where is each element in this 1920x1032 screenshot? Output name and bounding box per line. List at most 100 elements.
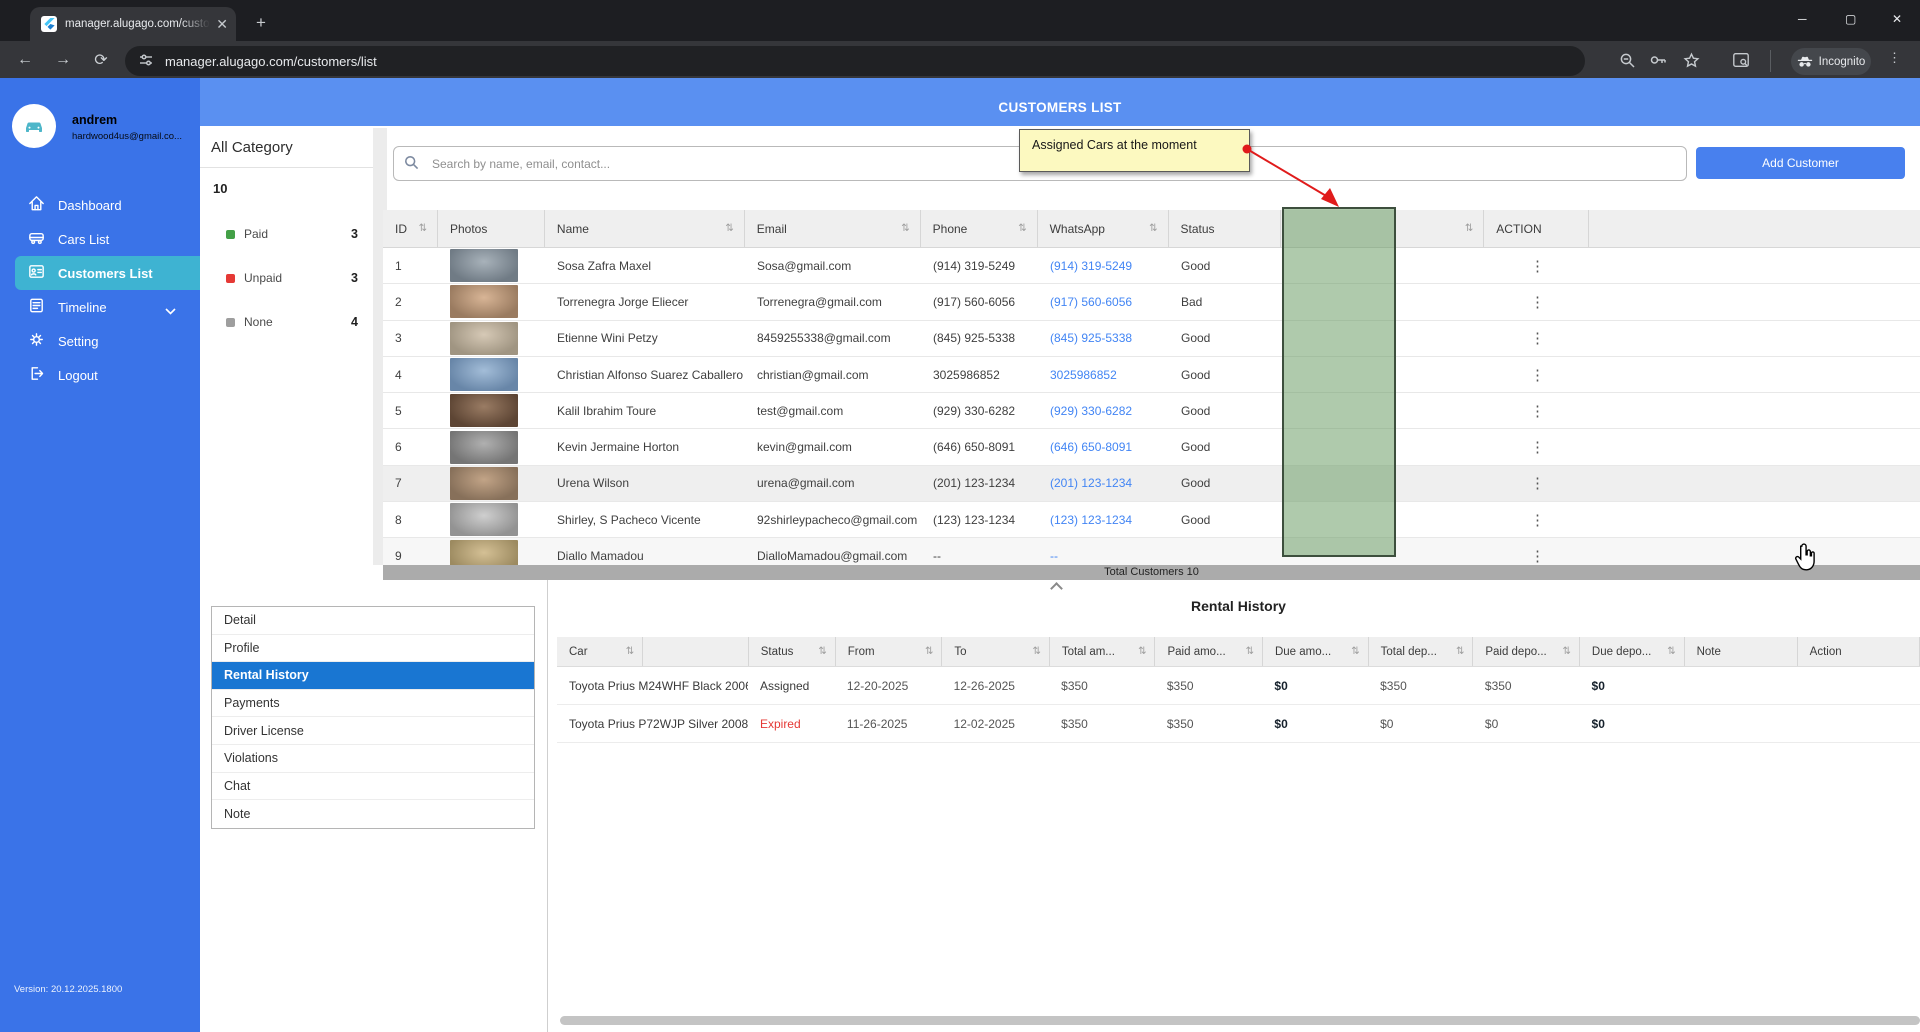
- table-row[interactable]: 6Kevin Jermaine Hortonkevin@gmail.com(64…: [383, 429, 1920, 465]
- flutter-favicon: [41, 16, 57, 32]
- horizontal-scrollbar[interactable]: [560, 1016, 1920, 1025]
- sidebar-item-setting[interactable]: Setting: [0, 324, 200, 358]
- category-item-paid[interactable]: Paid3: [200, 212, 376, 256]
- sort-icon[interactable]: ⇅: [725, 223, 733, 234]
- sort-icon[interactable]: ⇅: [1456, 646, 1464, 657]
- browser-menu-icon[interactable]: ⋮: [1888, 50, 1901, 66]
- url-bar[interactable]: manager.alugago.com/customers/list: [125, 46, 1585, 76]
- avatar[interactable]: [12, 104, 56, 148]
- detail-tab-chat[interactable]: Chat: [212, 773, 534, 801]
- window-minimize-icon[interactable]: ─: [1798, 12, 1807, 26]
- sidebar-item-dashboard[interactable]: Dashboard: [0, 188, 200, 222]
- rental-row[interactable]: Toyota Prius P72WJP Silver 2008Expired11…: [557, 705, 1920, 743]
- side-panel-icon[interactable]: [1728, 47, 1754, 73]
- row-menu-icon[interactable]: ⋮: [1485, 511, 1590, 529]
- rh-column-header-to[interactable]: To⇅: [942, 637, 1050, 666]
- rh-column-header-total-am-[interactable]: Total am...⇅: [1050, 637, 1156, 666]
- tab-close-icon[interactable]: ✕: [216, 17, 228, 31]
- new-tab-icon[interactable]: +: [256, 13, 266, 33]
- sidebar-item-logout[interactable]: Logout: [0, 358, 200, 392]
- rh-cell-total-deposit: $0: [1368, 717, 1473, 731]
- table-row[interactable]: 5Kalil Ibrahim Touretest@gmail.com(929) …: [383, 393, 1920, 429]
- chevron-down-icon: [165, 303, 176, 318]
- sort-icon[interactable]: ⇅: [1018, 223, 1026, 234]
- detail-tab-rental-history[interactable]: Rental History: [212, 662, 534, 690]
- row-menu-icon[interactable]: ⋮: [1485, 547, 1590, 565]
- cell-whatsapp: (929) 330-6282: [1038, 404, 1169, 418]
- rental-row[interactable]: Toyota Prius M24WHF Black 2006Assigned12…: [557, 667, 1920, 705]
- reload-icon[interactable]: ⟳: [86, 50, 116, 70]
- sort-icon[interactable]: ⇅: [419, 223, 427, 234]
- collapse-chevron-icon[interactable]: [1050, 582, 1063, 595]
- detail-tab-profile[interactable]: Profile: [212, 635, 534, 663]
- sort-icon[interactable]: ⇅: [1246, 646, 1254, 657]
- rh-cell-due-amount: $0: [1262, 717, 1368, 731]
- sort-icon[interactable]: ⇅: [818, 646, 826, 657]
- row-menu-icon[interactable]: ⋮: [1485, 438, 1590, 456]
- rh-column-header-car[interactable]: Car⇅: [557, 637, 643, 666]
- rh-column-header-total-dep-[interactable]: Total dep...⇅: [1369, 637, 1474, 666]
- row-menu-icon[interactable]: ⋮: [1485, 474, 1590, 492]
- customer-photo: [450, 503, 518, 536]
- column-header-Email[interactable]: Email⇅: [745, 210, 921, 247]
- rh-column-header-due-depo-[interactable]: Due depo...⇅: [1580, 637, 1685, 666]
- row-menu-icon[interactable]: ⋮: [1485, 402, 1590, 420]
- sort-icon[interactable]: ⇅: [1149, 223, 1157, 234]
- column-header-Phone[interactable]: Phone⇅: [921, 210, 1038, 247]
- site-settings-icon[interactable]: [139, 53, 153, 70]
- sort-icon[interactable]: ⇅: [626, 646, 634, 657]
- sort-icon[interactable]: ⇅: [1465, 223, 1473, 234]
- table-row[interactable]: 8Shirley, S Pacheco Vicente92shirleypach…: [383, 502, 1920, 538]
- table-row[interactable]: 3Etienne Wini Petzy8459255338@gmail.com(…: [383, 321, 1920, 357]
- window-maximize-icon[interactable]: ▢: [1845, 12, 1856, 26]
- sort-icon[interactable]: ⇅: [1032, 646, 1040, 657]
- sort-icon[interactable]: ⇅: [925, 646, 933, 657]
- sidebar-item-timeline[interactable]: Timeline: [0, 290, 200, 324]
- table-row[interactable]: 4Christian Alfonso Suarez Caballerochris…: [383, 357, 1920, 393]
- rh-column-header-paid-amo-[interactable]: Paid amo...⇅: [1155, 637, 1263, 666]
- table-row[interactable]: 1Sosa Zafra MaxelSosa@gmail.com(914) 319…: [383, 248, 1920, 284]
- detail-tab-driver-license[interactable]: Driver License: [212, 717, 534, 745]
- back-icon[interactable]: ←: [10, 51, 40, 69]
- detail-tab-violations[interactable]: Violations: [212, 745, 534, 773]
- rh-column-header-status[interactable]: Status ⇅: [749, 637, 836, 666]
- category-label: Paid: [244, 227, 268, 241]
- sort-icon[interactable]: ⇅: [1351, 646, 1359, 657]
- sort-icon[interactable]: ⇅: [1667, 646, 1675, 657]
- cell-name: Christian Alfonso Suarez Caballero: [545, 368, 745, 382]
- row-menu-icon[interactable]: ⋮: [1485, 329, 1590, 347]
- table-row[interactable]: 7Urena Wilsonurena@gmail.com(201) 123-12…: [383, 466, 1920, 502]
- category-list: Paid3Unpaid3None4: [200, 212, 376, 344]
- window-close-icon[interactable]: ✕: [1892, 12, 1902, 26]
- rh-column-header-from[interactable]: From⇅: [836, 637, 943, 666]
- row-menu-icon[interactable]: ⋮: [1485, 366, 1590, 384]
- cell-status: Good: [1169, 331, 1282, 345]
- detail-tab-payments[interactable]: Payments: [212, 690, 534, 718]
- detail-tab-note[interactable]: Note: [212, 800, 534, 828]
- rh-column-label: Status: [761, 646, 794, 658]
- bookmark-star-icon[interactable]: [1678, 47, 1704, 73]
- sort-icon[interactable]: ⇅: [1563, 646, 1571, 657]
- table-row[interactable]: 9Diallo MamadouDialloMamadou@gmail.com--…: [383, 538, 1920, 565]
- sort-icon[interactable]: ⇅: [901, 223, 909, 234]
- row-menu-icon[interactable]: ⋮: [1485, 293, 1590, 311]
- sidebar-item-customers-list[interactable]: Customers List: [15, 256, 200, 290]
- browser-tab[interactable]: manager.alugago.com/custome ✕: [30, 7, 236, 41]
- sort-icon[interactable]: ⇅: [1138, 646, 1146, 657]
- forward-icon[interactable]: →: [48, 51, 78, 69]
- category-item-unpaid[interactable]: Unpaid3: [200, 256, 376, 300]
- zoom-icon[interactable]: [1614, 47, 1640, 73]
- detail-tab-detail[interactable]: Detail: [212, 607, 534, 635]
- sidebar-item-cars-list[interactable]: Cars List: [0, 222, 200, 256]
- rh-column-header-due-amo-[interactable]: Due amo...⇅: [1263, 637, 1369, 666]
- add-customer-button[interactable]: Add Customer: [1696, 147, 1905, 179]
- password-key-icon[interactable]: [1645, 47, 1671, 73]
- category-item-none[interactable]: None4: [200, 300, 376, 344]
- table-row[interactable]: 2Torrenegra Jorge EliecerTorrenegra@gmai…: [383, 284, 1920, 320]
- row-menu-icon[interactable]: ⋮: [1485, 257, 1590, 275]
- rh-column-header-paid-depo-[interactable]: Paid depo...⇅: [1473, 637, 1580, 666]
- column-header-WhatsApp[interactable]: WhatsApp⇅: [1038, 210, 1169, 247]
- column-header-Name[interactable]: Name⇅: [545, 210, 745, 247]
- column-header-ID[interactable]: ID⇅: [383, 210, 438, 247]
- category-color-swatch: [226, 318, 235, 327]
